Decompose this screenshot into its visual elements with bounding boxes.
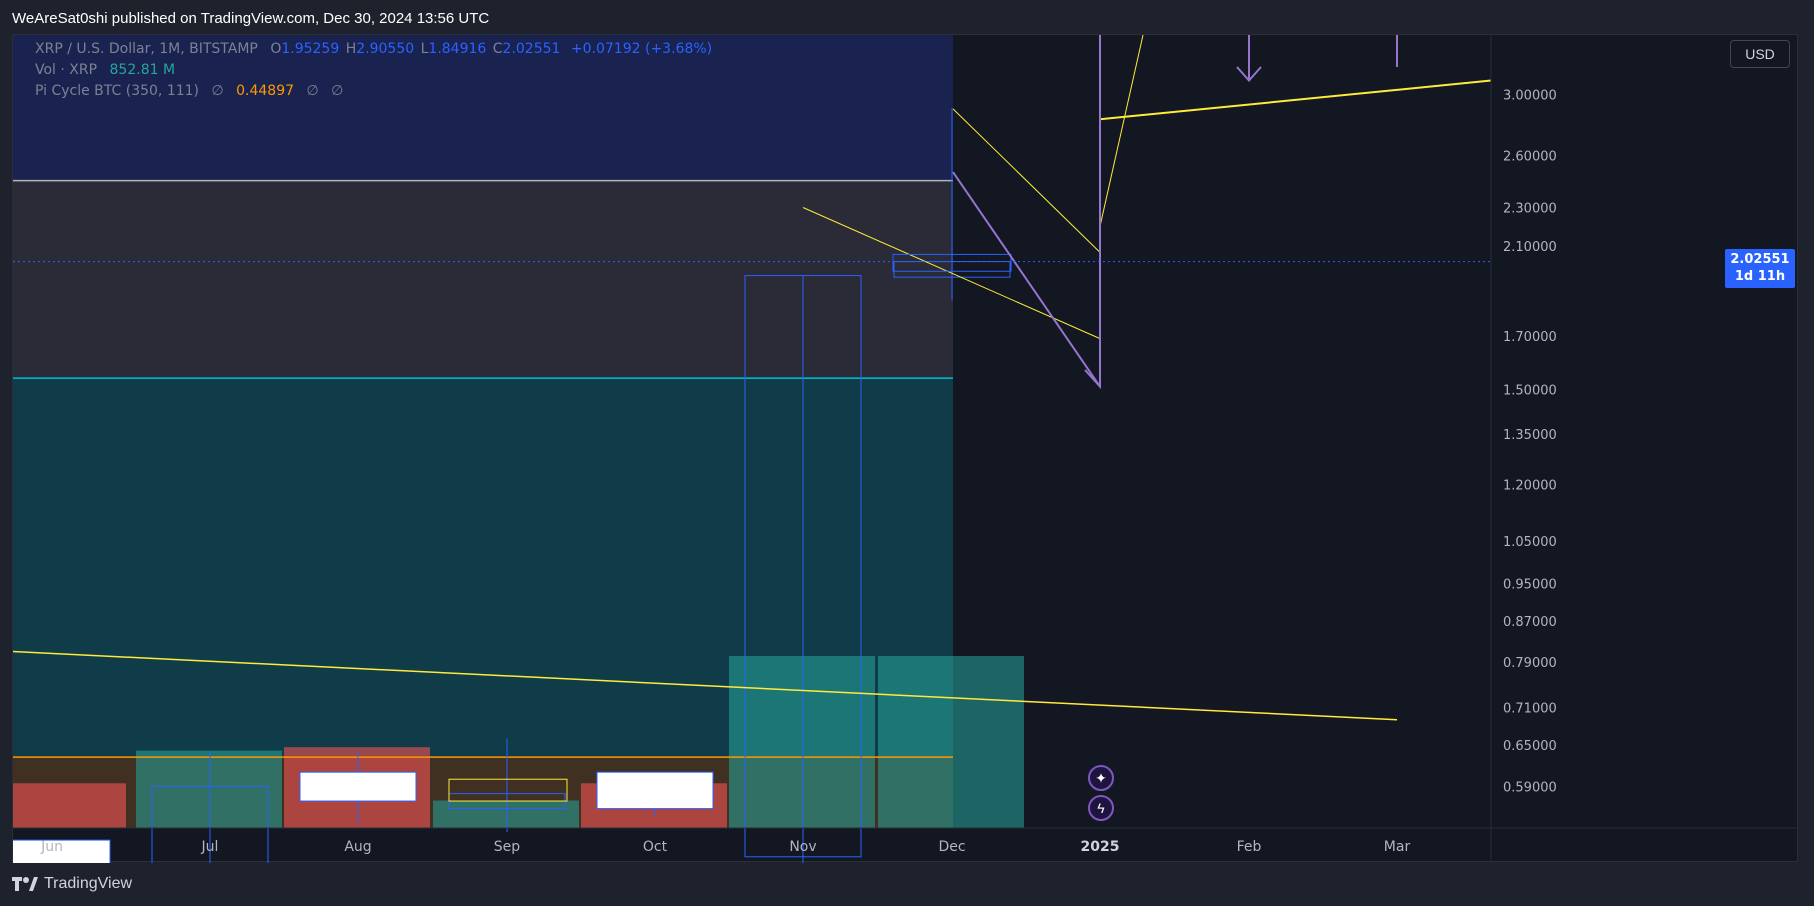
bar-countdown: 1d 11h [1734, 269, 1786, 284]
time-tick-aug: Aug [344, 839, 371, 855]
published-caption: WeAreSat0shi published on TradingView.co… [12, 10, 490, 27]
price-tick-14: 0.59000 [1503, 780, 1557, 795]
indicator-value: 0.44897 [236, 83, 295, 99]
price-tick-0: 3.00000 [1503, 88, 1557, 103]
time-tick-mar: Mar [1384, 839, 1411, 855]
price-tick-13: 0.65000 [1503, 739, 1557, 754]
price-tick-4: 1.70000 [1503, 330, 1557, 345]
time-tick-sep: Sep [494, 839, 521, 855]
time-tick-jun: Jun [40, 839, 63, 855]
indicator-label[interactable]: Pi Cycle BTC (350, 111) [35, 83, 199, 99]
resistance-trendline[interactable] [1099, 79, 1492, 121]
tradingview-logo-icon[interactable] [12, 876, 38, 892]
volume-legend[interactable]: Vol · XRP 852.81 M [35, 62, 177, 78]
price-tick-2: 2.30000 [1503, 202, 1557, 217]
symbol-legend[interactable]: XRP / U.S. Dollar, 1M, BITSTAMP O1.95259… [35, 41, 714, 57]
currency-button[interactable]: USD [1730, 40, 1790, 68]
price-tick-7: 1.20000 [1503, 478, 1557, 493]
open-value: 1.95259 [281, 41, 340, 57]
price-tick-1: 2.60000 [1503, 149, 1557, 164]
purple-arrow-line[interactable] [952, 171, 1101, 388]
price-tick-12: 0.71000 [1503, 702, 1557, 717]
last-price-value: 2.02551 [1730, 252, 1790, 267]
time-tick-nov: Nov [789, 839, 816, 855]
price-tick-9: 0.95000 [1503, 578, 1557, 593]
indicator-empty-1: ∅ [211, 83, 224, 99]
trendline-dec-2[interactable] [952, 108, 1101, 253]
price-tick-11: 0.79000 [1503, 656, 1557, 671]
price-tick-6: 1.35000 [1503, 428, 1557, 443]
change-value: +0.07192 (+3.68%) [570, 41, 713, 57]
time-tick-feb: Feb [1237, 839, 1262, 855]
volume-bar-dec [878, 656, 1024, 828]
price-tick-5: 1.50000 [1503, 383, 1557, 398]
price-tick-3: 2.10000 [1503, 240, 1557, 255]
lightning-icon[interactable]: ϟ [1088, 795, 1114, 821]
brand-name[interactable]: TradingView [44, 875, 132, 893]
price-tick-8: 1.05000 [1503, 535, 1557, 550]
high-value: 2.90550 [356, 41, 415, 57]
close-label: C [492, 41, 503, 57]
time-tick-2025: 2025 [1081, 839, 1120, 855]
footer: TradingView [12, 872, 132, 896]
symbol-name[interactable]: XRP / U.S. Dollar, 1M, BITSTAMP [35, 41, 258, 57]
indicator-empty-3: ∅ [331, 83, 344, 99]
chart-pane[interactable]: 3.00000 2.60000 2.30000 2.10000 1.70000 1.500… [12, 34, 1799, 863]
close-value: 2.02551 [502, 41, 561, 57]
sparkle-icon[interactable]: ✦ [1088, 765, 1114, 791]
volume-value: 852.81 M [109, 62, 176, 78]
volume-bar-nov [729, 656, 875, 828]
open-label: O [270, 41, 282, 57]
volume-bar-jul [136, 750, 282, 828]
middle-zone-band [13, 180, 953, 379]
volume-bar-sep [433, 800, 579, 828]
trendline-jan[interactable] [1099, 35, 1144, 227]
time-tick-oct: Oct [643, 839, 668, 855]
price-tick-10: 0.87000 [1503, 615, 1557, 630]
low-value: 1.84916 [428, 41, 487, 57]
volume-label[interactable]: Vol · XRP [35, 62, 97, 78]
indicator-empty-2: ∅ [306, 83, 319, 99]
candle-body-oct[interactable] [596, 771, 714, 810]
time-tick-dec: Dec [938, 839, 965, 855]
time-tick-jul: Jul [201, 839, 219, 855]
indicator-legend[interactable]: Pi Cycle BTC (350, 111) ∅ 0.44897 ∅ ∅ [35, 83, 345, 99]
last-price-badge: 2.02551 1d 11h [1725, 249, 1795, 288]
high-label: H [345, 41, 357, 57]
candle-body-aug[interactable] [299, 771, 417, 802]
volume-bar-jun [13, 783, 126, 828]
price-chart[interactable]: 3.00000 2.60000 2.30000 2.10000 1.70000 1.500… [13, 35, 1799, 863]
